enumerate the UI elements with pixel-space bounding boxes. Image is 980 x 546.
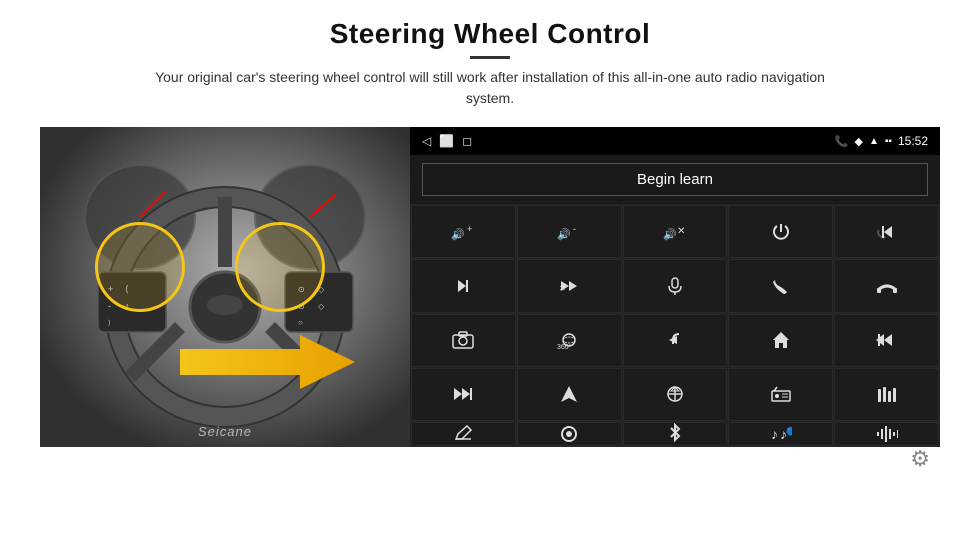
svg-text:♪: ♪ — [771, 426, 778, 442]
edit-button[interactable] — [411, 422, 516, 446]
nav-recent-icon[interactable]: ◻ — [462, 134, 472, 148]
next-button[interactable] — [411, 259, 516, 312]
skip-button[interactable] — [411, 368, 516, 421]
phone-button[interactable] — [728, 259, 833, 312]
begin-learn-button[interactable]: Begin learn — [422, 163, 928, 196]
status-bar-right: 📞 ◆ ▲ ▪▪ 15:52 — [835, 134, 928, 148]
status-bar: ◁ ⬜ ◻ 📞 ◆ ▲ ▪▪ 15:52 — [410, 127, 940, 155]
vol-up-button[interactable]: 🔊+ — [411, 205, 516, 258]
controls-grid: 🔊+ 🔊- 🔊✕ 📞 — [410, 204, 940, 447]
power2-button[interactable] — [517, 422, 622, 446]
wifi-icon: ◆ — [855, 135, 863, 148]
vol-down-button[interactable]: 🔊- — [517, 205, 622, 258]
prev-button[interactable]: 📞 — [834, 205, 939, 258]
svg-text:360°: 360° — [557, 343, 572, 350]
svg-text:📞: 📞 — [876, 229, 886, 239]
page-title: Steering Wheel Control — [140, 18, 840, 50]
signal-icon: 📞 — [835, 135, 849, 148]
clock-display: 15:52 — [898, 134, 928, 148]
right-circle-highlight — [235, 222, 325, 312]
svg-text:🔊: 🔊 — [557, 227, 571, 241]
svg-text:🔵: 🔵 — [786, 426, 792, 436]
power-button[interactable] — [728, 205, 833, 258]
title-divider — [470, 56, 510, 59]
mic-button[interactable] — [623, 259, 728, 312]
equalizer-button[interactable] — [834, 368, 939, 421]
svg-text:-: - — [573, 224, 576, 234]
status-bar-left: ◁ ⬜ ◻ — [422, 134, 472, 148]
sound-wave-button[interactable] — [834, 422, 939, 446]
begin-learn-row: Begin learn — [410, 155, 940, 204]
fast-fwd-button[interactable]: ✕ — [517, 259, 622, 312]
mute-button[interactable]: 🔊✕ — [623, 205, 728, 258]
rewind-button[interactable] — [834, 314, 939, 367]
android-panel: ◁ ⬜ ◻ 📞 ◆ ▲ ▪▪ 15:52 Begin learn — [410, 127, 940, 447]
svg-text:◇: ◇ — [318, 302, 325, 311]
back-button[interactable] — [623, 314, 728, 367]
360-view-button[interactable]: 360° — [517, 314, 622, 367]
navigation-button[interactable] — [517, 368, 622, 421]
left-circle-highlight — [95, 222, 185, 312]
svg-text:✕: ✕ — [677, 226, 685, 237]
music-button[interactable]: ♪ ♪ 🔵 — [728, 422, 833, 446]
svg-text:-: - — [108, 301, 111, 311]
subtitle-text: Your original car's steering wheel contr… — [140, 67, 840, 109]
hangup-button[interactable] — [834, 259, 939, 312]
svg-text:○: ○ — [298, 318, 303, 327]
page-bottom: ⚙ — [40, 447, 940, 467]
steering-wheel-image: + ⟨ - ↑ ⟩ ⊙ ◇ ⊙ ◇ ○ — [40, 127, 410, 447]
svg-text:🔊: 🔊 — [451, 227, 465, 241]
radio-button[interactable] — [728, 368, 833, 421]
svg-text:⟩: ⟩ — [108, 319, 111, 327]
switch-button[interactable] — [623, 368, 728, 421]
battery-icon: ▪▪ — [885, 136, 892, 147]
network-icon: ▲ — [869, 136, 879, 147]
nav-back-icon[interactable]: ◁ — [422, 134, 431, 148]
svg-text:+: + — [467, 224, 472, 234]
svg-text:🔊: 🔊 — [663, 227, 677, 241]
camera-button[interactable] — [411, 314, 516, 367]
content-area: + ⟨ - ↑ ⟩ ⊙ ◇ ⊙ ◇ ○ — [40, 127, 940, 447]
settings-gear-icon[interactable]: ⚙ — [910, 446, 930, 472]
watermark-text: Seicane — [198, 424, 252, 439]
home-button[interactable] — [728, 314, 833, 367]
bluetooth-button[interactable] — [623, 422, 728, 446]
nav-home-icon[interactable]: ⬜ — [439, 134, 454, 148]
